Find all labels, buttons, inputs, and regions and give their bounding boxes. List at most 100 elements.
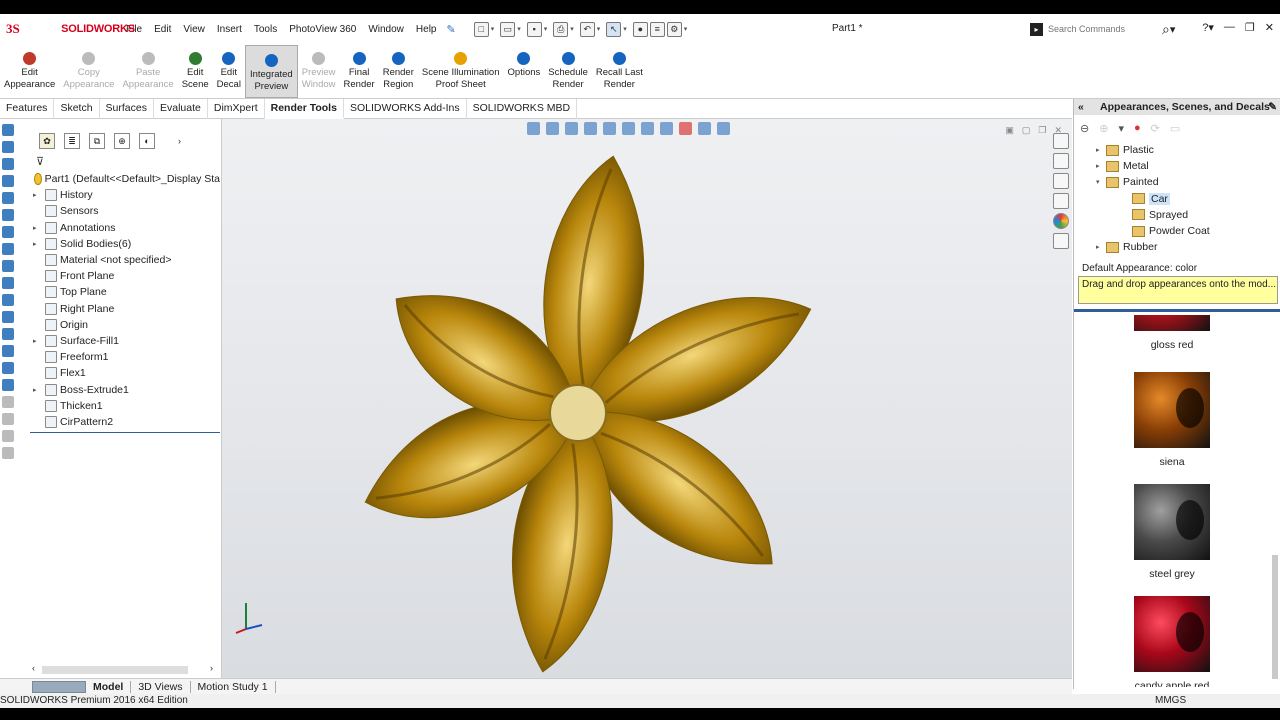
folder-expand-icon[interactable]: ▸ xyxy=(1096,146,1106,154)
appearance-palette-icon[interactable]: ● xyxy=(1134,122,1141,134)
tab-surfaces[interactable]: Surfaces xyxy=(100,99,154,119)
feature-tool-icon[interactable] xyxy=(2,243,14,255)
swatch-candy-apple-red[interactable]: candy apple red xyxy=(1074,596,1270,687)
folder-expand-icon[interactable]: ▾ xyxy=(1096,178,1106,186)
appearance-folder-sprayed[interactable]: Sprayed xyxy=(1074,207,1274,223)
panel-expand-icon[interactable]: › xyxy=(178,136,181,146)
print-dropdown-icon[interactable]: ▾ xyxy=(570,25,574,33)
search-scope-icon[interactable]: ▸ xyxy=(1030,22,1043,36)
pane-splitter[interactable] xyxy=(1074,309,1280,312)
undo-icon[interactable]: ↶ xyxy=(579,21,595,37)
swatch-gloss-red[interactable]: gloss red xyxy=(1074,315,1270,351)
feature-tool-icon[interactable] xyxy=(2,447,14,459)
folder-expand-icon[interactable]: ▸ xyxy=(1096,243,1106,251)
units-indicator[interactable]: MMGS xyxy=(1155,694,1186,708)
scroll-left-icon[interactable]: ‹ xyxy=(32,663,35,673)
render-region-button[interactable]: Render Region xyxy=(379,44,418,97)
file-properties-icon[interactable]: ≡ xyxy=(649,21,665,37)
swatch-siena[interactable]: siena xyxy=(1074,372,1270,468)
help-icon[interactable]: ?▾ xyxy=(1202,21,1214,34)
appearance-folder-car[interactable]: Car xyxy=(1074,191,1274,207)
scene-illumination-proof-sheet-button[interactable]: Scene Illumination Proof Sheet xyxy=(418,44,504,97)
tree-root-part[interactable]: Part1 (Default<<Default>_Display Sta xyxy=(30,171,220,187)
tree-item[interactable]: Front Plane xyxy=(30,268,220,284)
menu-tools[interactable]: Tools xyxy=(248,24,283,35)
tab-sketch[interactable]: Sketch xyxy=(54,99,100,119)
swatch-steel-grey[interactable]: steel grey xyxy=(1074,484,1270,580)
new-dropdown-icon[interactable]: ▾ xyxy=(491,25,495,33)
feature-tool-icon[interactable] xyxy=(2,396,14,408)
tree-item[interactable]: ▸ Solid Bodies(6) xyxy=(30,236,220,252)
edit-scene-button[interactable]: Edit Scene xyxy=(178,44,213,97)
feature-tool-icon[interactable] xyxy=(2,260,14,272)
swatch-scroll-thumb[interactable] xyxy=(1272,555,1278,679)
select-icon[interactable]: ↖ xyxy=(606,21,622,37)
close-icon[interactable]: ✕ xyxy=(1265,21,1274,34)
custom-properties-tab-icon[interactable] xyxy=(1053,233,1069,249)
feature-tool-icon[interactable] xyxy=(2,277,14,289)
preview-window-button[interactable]: Preview Window xyxy=(298,44,340,97)
tab-features[interactable]: Features xyxy=(0,99,55,119)
feature-tool-icon[interactable] xyxy=(2,294,14,306)
file-explorer-tab-icon[interactable] xyxy=(1053,173,1069,189)
refresh-icon[interactable]: ⟳ xyxy=(1151,122,1160,135)
edit-decal-button[interactable]: Edit Decal xyxy=(213,44,245,97)
flower-center[interactable] xyxy=(549,384,607,442)
tree-item[interactable]: Material <not specified> xyxy=(30,252,220,268)
menu-help[interactable]: Help xyxy=(410,24,443,35)
pin-pane-icon[interactable]: ✎ xyxy=(1268,99,1277,115)
print-icon[interactable]: ⎙ xyxy=(553,21,569,37)
tree-item[interactable]: Thicken1 xyxy=(30,398,220,414)
search-input[interactable] xyxy=(1048,24,1158,34)
feature-tree-tab-icon[interactable]: ✿ xyxy=(39,133,55,149)
copy-appearance-button[interactable]: Copy Appearance xyxy=(59,44,118,97)
swatch-vertical-scrollbar[interactable] xyxy=(1270,315,1280,687)
open-icon[interactable]: ▭ xyxy=(500,21,516,37)
tree-item[interactable]: CirPattern2 xyxy=(30,414,220,430)
undo-dropdown-icon[interactable]: ▾ xyxy=(597,25,601,33)
appearance-folder-powder-coat[interactable]: Powder Coat xyxy=(1074,223,1274,239)
feature-tool-icon[interactable] xyxy=(2,328,14,340)
feature-tool-icon[interactable] xyxy=(2,362,14,374)
tree-item[interactable]: ▸ Surface-Fill1 xyxy=(30,333,220,349)
feature-tool-icon[interactable] xyxy=(2,379,14,391)
options-button[interactable]: Options xyxy=(504,44,545,97)
horizontal-scrollbar[interactable]: ‹ › xyxy=(30,663,220,677)
tree-item[interactable]: Sensors xyxy=(30,203,220,219)
integrated-preview-button[interactable]: Integrated Preview xyxy=(244,45,298,98)
appearance-folder-metal[interactable]: ▸ Metal xyxy=(1074,158,1274,174)
tab-navigation-arrows[interactable] xyxy=(32,680,86,693)
resources-tab-icon[interactable] xyxy=(1053,153,1069,169)
tab-solidworks-mbd[interactable]: SOLIDWORKS MBD xyxy=(467,99,578,119)
filter-icon[interactable]: ⊽ xyxy=(36,155,44,168)
tree-item[interactable]: Origin xyxy=(30,317,220,333)
appearance-folder-painted[interactable]: ▾ Painted xyxy=(1074,174,1274,190)
scrollbar-thumb[interactable] xyxy=(42,666,188,674)
feature-tool-icon[interactable] xyxy=(2,141,14,153)
feature-tool-icon[interactable] xyxy=(2,175,14,187)
menu-insert[interactable]: Insert xyxy=(211,24,248,35)
appearance-folder-rubber[interactable]: ▸ Rubber xyxy=(1074,239,1274,255)
save-dropdown-icon[interactable]: ▾ xyxy=(544,25,548,33)
options-gear-icon[interactable]: ⚙ xyxy=(666,21,682,37)
search-dropdown-icon[interactable]: ▾ xyxy=(1170,23,1176,36)
expand-arrow-icon[interactable]: ▸ xyxy=(33,224,41,232)
rebuild-icon[interactable]: ● xyxy=(632,21,648,37)
menu-photoview-360[interactable]: PhotoView 360 xyxy=(283,24,362,35)
add-location-icon[interactable]: ▾ xyxy=(1118,122,1124,135)
open-dropdown-icon[interactable]: ▾ xyxy=(517,25,521,33)
bottom-tab-motion-study-1[interactable]: Motion Study 1 xyxy=(191,680,276,693)
add-folder-icon[interactable]: ▭ xyxy=(1170,122,1180,135)
schedule-render-button[interactable]: Schedule Render xyxy=(544,44,592,97)
configuration-manager-tab-icon[interactable]: ⧉ xyxy=(89,133,105,149)
search-icon[interactable]: ⌕ xyxy=(1162,21,1170,38)
appearances-tab-icon[interactable] xyxy=(1053,213,1069,229)
expand-arrow-icon[interactable]: ▸ xyxy=(33,191,41,199)
tree-item[interactable]: ▸ History xyxy=(30,187,220,203)
rollback-bar[interactable] xyxy=(30,432,220,433)
tab-render-tools[interactable]: Render Tools xyxy=(264,99,344,119)
tree-item[interactable]: Freeform1 xyxy=(30,349,220,365)
feature-tool-icon[interactable] xyxy=(2,430,14,442)
tree-vertical-scrollbar[interactable] xyxy=(1270,144,1278,254)
tree-item[interactable]: Flex1 xyxy=(30,365,220,381)
